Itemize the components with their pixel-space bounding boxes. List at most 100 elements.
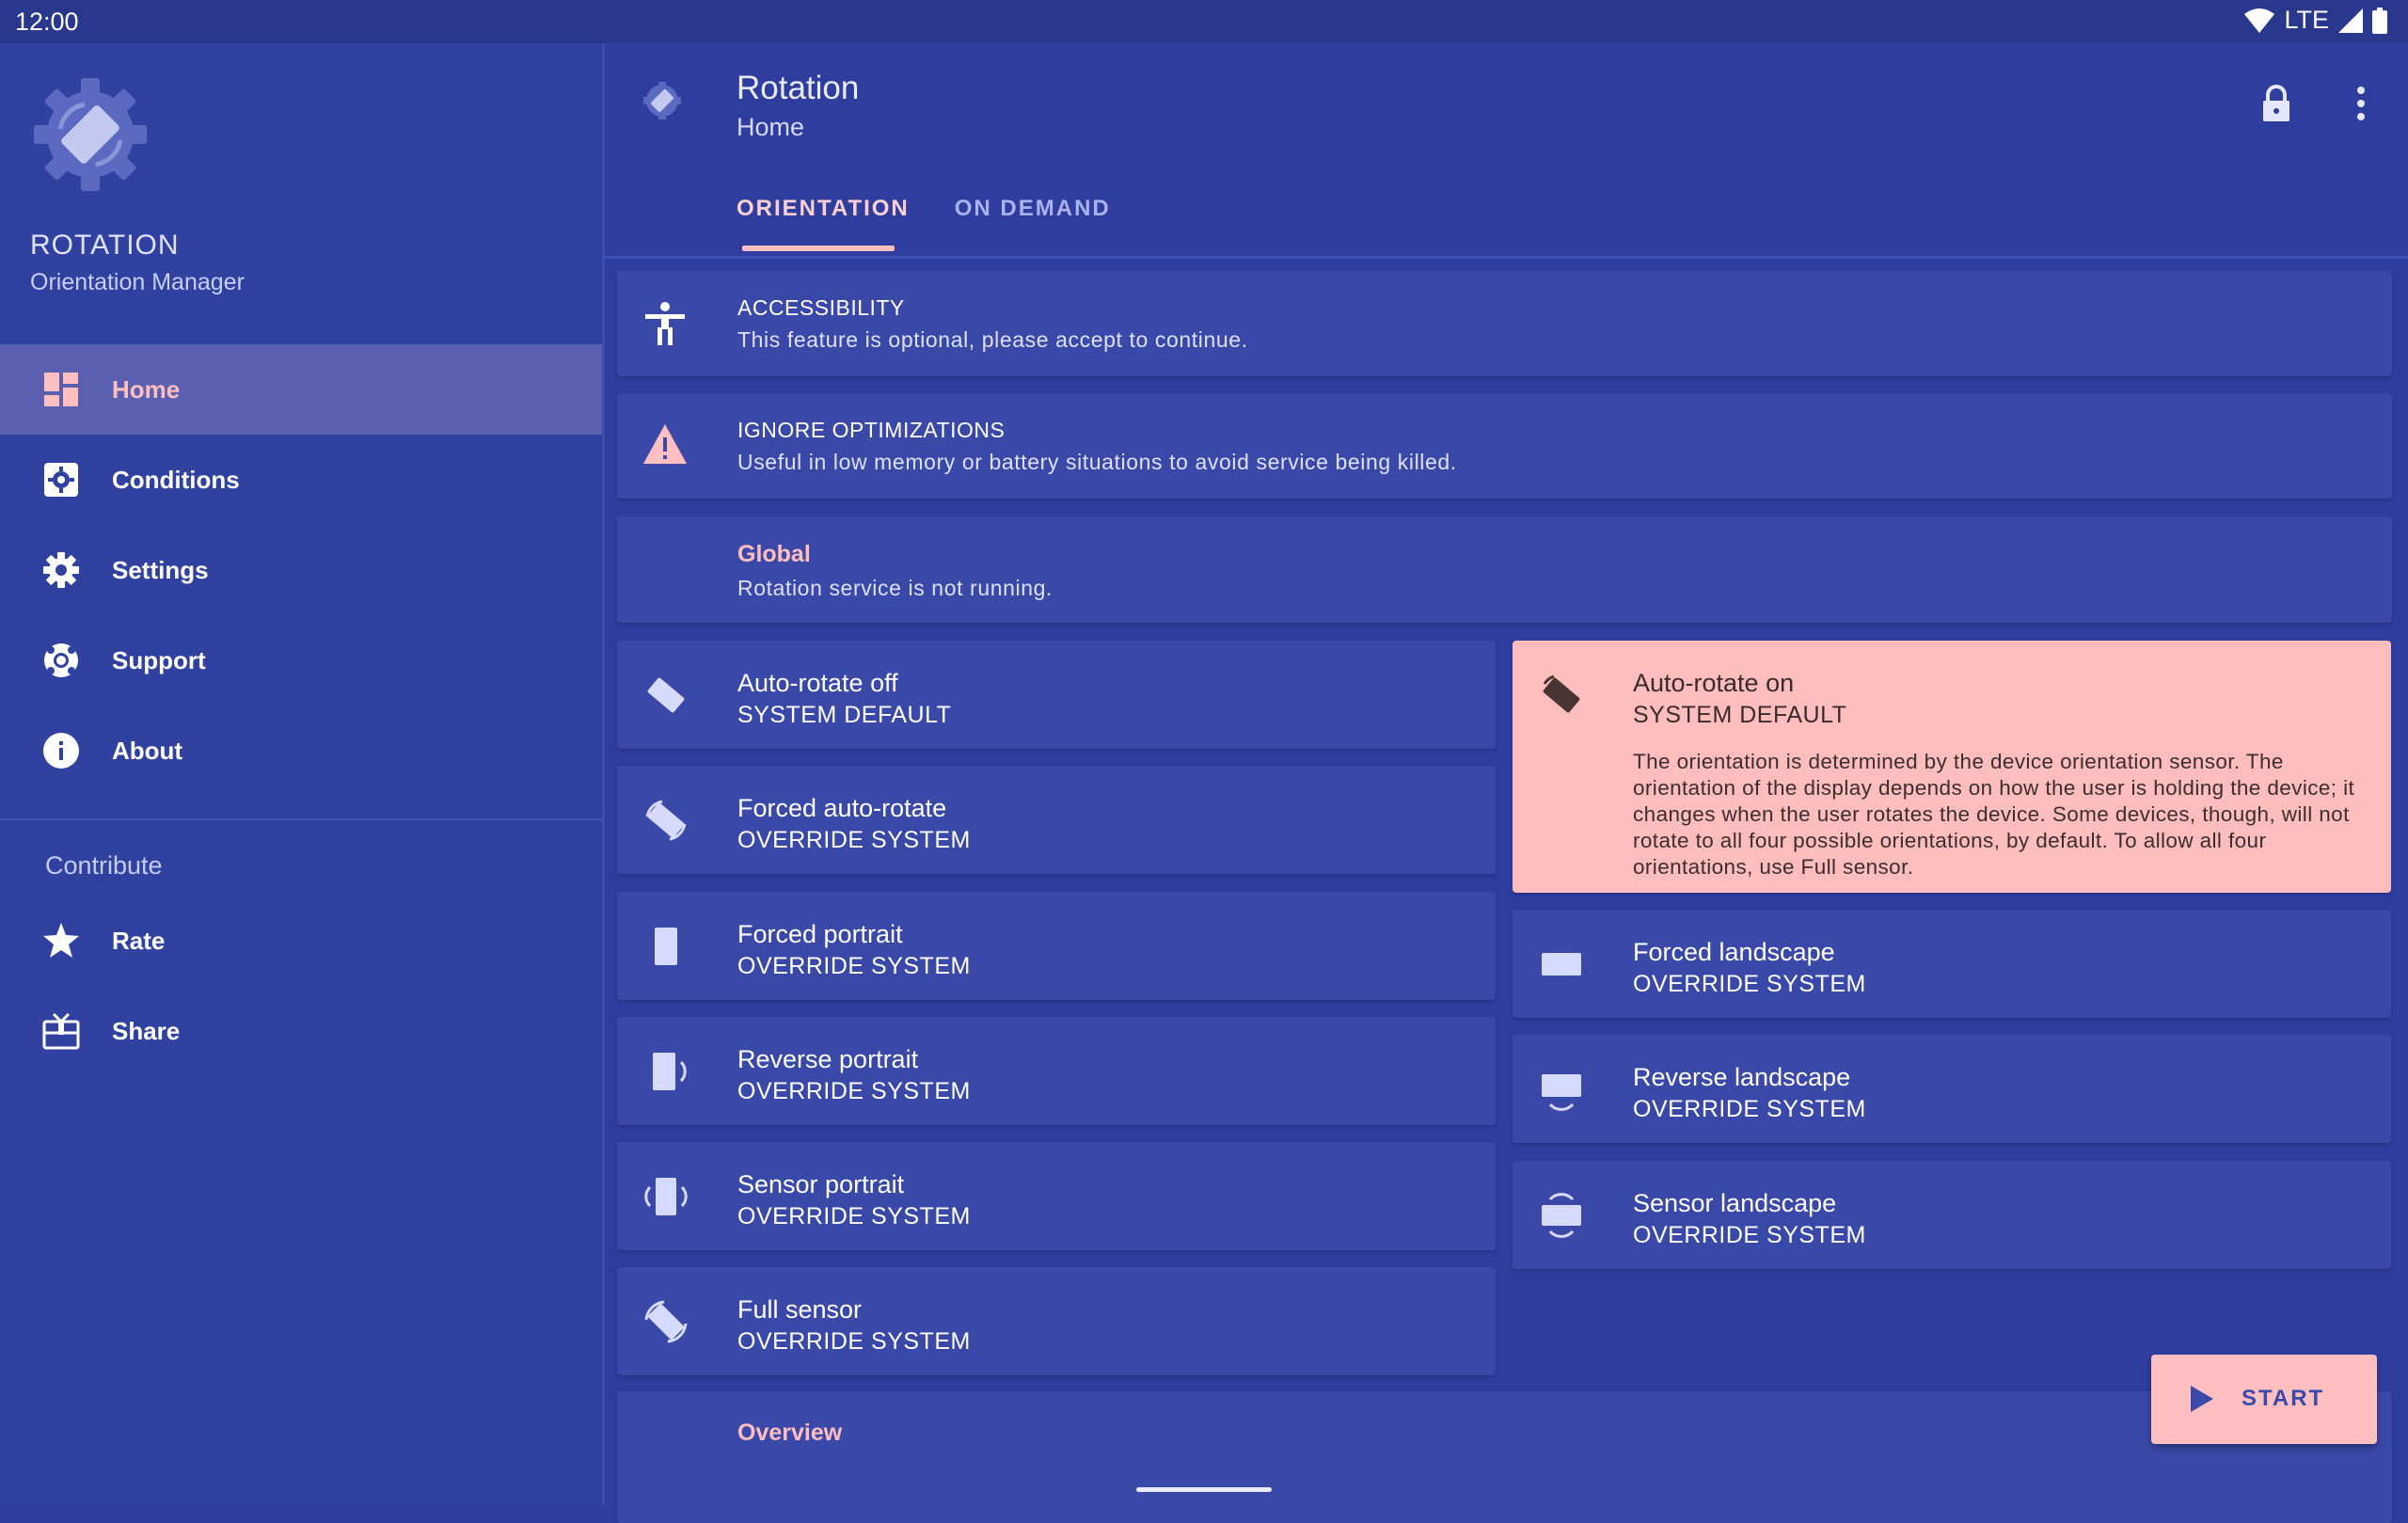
tab-indicator [742, 246, 895, 251]
orientation-title: Sensor portrait [737, 1170, 905, 1198]
info-icon [43, 733, 79, 769]
nav-item-conditions[interactable]: Conditions [0, 435, 602, 525]
accessibility-card[interactable]: ACCESSIBILITY This feature is optional, … [617, 271, 2392, 376]
app-logo-icon [34, 78, 147, 191]
rotation-logo-icon [643, 82, 681, 119]
status-icons: LTE [2244, 6, 2387, 35]
orientation-reverse-portrait[interactable]: Reverse portrait OVERRIDE SYSTEM [617, 1017, 1496, 1125]
accessibility-desc: This feature is optional, please accept … [737, 327, 1248, 352]
sensor-portrait-icon [644, 1178, 688, 1215]
share-icon [42, 1012, 80, 1050]
wifi-icon [2244, 8, 2275, 33]
orientation-subtitle: OVERRIDE SYSTEM [1633, 1222, 1866, 1248]
full-sensor-icon [644, 1300, 688, 1343]
lock-icon[interactable] [2259, 85, 2293, 122]
orientation-title: Auto-rotate off [737, 669, 898, 697]
start-button-label: START [2242, 1386, 2325, 1411]
overview-card[interactable]: Overview [617, 1391, 2392, 1523]
forced-landscape-icon [1542, 953, 1581, 976]
accessibility-title: ACCESSIBILITY [737, 295, 905, 320]
dashboard-icon [44, 373, 78, 406]
drawer-divider [0, 818, 602, 820]
start-button[interactable]: START [2151, 1355, 2377, 1444]
status-time: 12:00 [15, 8, 79, 36]
nav-item-share[interactable]: Share [0, 986, 602, 1076]
app-name: ROTATION [30, 230, 180, 261]
nav-label-rate: Rate [112, 926, 166, 955]
forced-portrait-icon [655, 928, 677, 965]
orientation-full-sensor[interactable]: Full sensor OVERRIDE SYSTEM [617, 1267, 1496, 1375]
gear-icon [43, 552, 79, 588]
orientation-subtitle: SYSTEM DEFAULT [1633, 702, 1847, 728]
sensor-landscape-icon [1542, 1193, 1581, 1238]
more-options-icon[interactable] [2352, 85, 2370, 122]
overview-title: Overview [737, 1420, 843, 1446]
orientation-forced-auto-rotate[interactable]: Forced auto-rotate OVERRIDE SYSTEM [617, 766, 1496, 874]
tab-bar: ORIENTATION ON DEMAND [737, 194, 1156, 256]
orientation-subtitle: OVERRIDE SYSTEM [737, 1328, 971, 1355]
orientation-description: The orientation is determined by the dev… [1633, 750, 2355, 879]
battery-icon [2372, 7, 2387, 34]
status-bar: 12:00 LTE [0, 0, 2408, 43]
global-desc: Rotation service is not running. [737, 576, 1053, 600]
tab-label-orientation: ORIENTATION [737, 196, 910, 221]
warning-icon [643, 424, 687, 464]
nav-item-about[interactable]: About [0, 706, 602, 796]
auto-rotate-on-icon [1543, 674, 1580, 713]
orientation-subtitle: SYSTEM DEFAULT [737, 702, 952, 728]
orientation-forced-landscape[interactable]: Forced landscape OVERRIDE SYSTEM [1513, 910, 2391, 1018]
navigation-drawer: ROTATION Orientation Manager Home Condit… [0, 43, 605, 1505]
app-subtitle: Orientation Manager [30, 269, 245, 295]
global-title: Global [737, 541, 811, 567]
orientation-sensor-landscape[interactable]: Sensor landscape OVERRIDE SYSTEM [1513, 1161, 2391, 1269]
optimizations-desc: Useful in low memory or battery situatio… [737, 450, 1457, 474]
reverse-landscape-icon [1542, 1074, 1581, 1111]
nav-label-share: Share [112, 1016, 181, 1045]
accessibility-icon [645, 302, 685, 345]
nav-label-support: Support [112, 645, 206, 674]
nav-label-conditions: Conditions [112, 465, 240, 494]
lifebuoy-icon [44, 643, 78, 677]
orientation-auto-rotate-on[interactable]: Auto-rotate on SYSTEM DEFAULT The orient… [1513, 641, 2391, 893]
orientation-title: Forced auto-rotate [737, 794, 947, 822]
app-bar: Rotation Home ORIENTATION ON DEMAND [605, 43, 2408, 259]
orientation-subtitle: OVERRIDE SYSTEM [1633, 1096, 1866, 1122]
play-icon [2191, 1386, 2213, 1412]
orientation-title: Forced portrait [737, 920, 903, 948]
nav-item-rate[interactable]: Rate [0, 896, 602, 986]
orientation-title: Auto-rotate on [1633, 669, 1795, 697]
section-contribute: Contribute [45, 850, 163, 880]
nav-item-settings[interactable]: Settings [0, 525, 602, 615]
tab-orientation[interactable]: ORIENTATION [737, 194, 910, 256]
orientation-title: Sensor landscape [1633, 1189, 1837, 1217]
nav-item-support[interactable]: Support [0, 615, 602, 706]
nav-label-about: About [112, 736, 183, 765]
orientation-title: Full sensor [737, 1295, 863, 1324]
optimizations-title: IGNORE OPTIMIZATIONS [737, 418, 1006, 442]
network-type: LTE [2284, 6, 2329, 34]
drawer-nav: Home Conditions Settings Support About C… [0, 344, 602, 1076]
orientation-subtitle: OVERRIDE SYSTEM [737, 1203, 971, 1230]
orientation-subtitle: OVERRIDE SYSTEM [737, 953, 971, 979]
orientation-subtitle: OVERRIDE SYSTEM [1633, 971, 1866, 997]
orientation-subtitle: OVERRIDE SYSTEM [737, 1078, 971, 1104]
tab-on-demand[interactable]: ON DEMAND [955, 194, 1111, 256]
page-title: Rotation [737, 70, 860, 106]
signal-icon [2338, 8, 2363, 33]
orientation-forced-portrait[interactable]: Forced portrait OVERRIDE SYSTEM [617, 892, 1496, 1000]
nav-label-home: Home [112, 374, 181, 404]
orientation-sensor-portrait[interactable]: Sensor portrait OVERRIDE SYSTEM [617, 1142, 1496, 1250]
auto-rotate-off-icon [647, 677, 685, 713]
optimizations-card[interactable]: IGNORE OPTIMIZATIONS Useful in low memor… [617, 393, 2392, 499]
orientation-reverse-landscape[interactable]: Reverse landscape OVERRIDE SYSTEM [1513, 1035, 2391, 1143]
orientation-auto-rotate-off[interactable]: Auto-rotate off SYSTEM DEFAULT [617, 641, 1496, 749]
conditions-icon [44, 463, 78, 497]
orientation-subtitle: OVERRIDE SYSTEM [737, 827, 971, 853]
forced-auto-rotate-icon [645, 800, 687, 841]
nav-item-home[interactable]: Home [0, 344, 602, 435]
gesture-nav-handle[interactable] [1136, 1487, 1272, 1492]
nav-label-settings: Settings [112, 555, 209, 584]
orientation-title: Reverse landscape [1633, 1063, 1851, 1091]
page-subtitle: Home [737, 113, 805, 141]
global-card[interactable]: Global Rotation service is not running. [617, 516, 2392, 623]
